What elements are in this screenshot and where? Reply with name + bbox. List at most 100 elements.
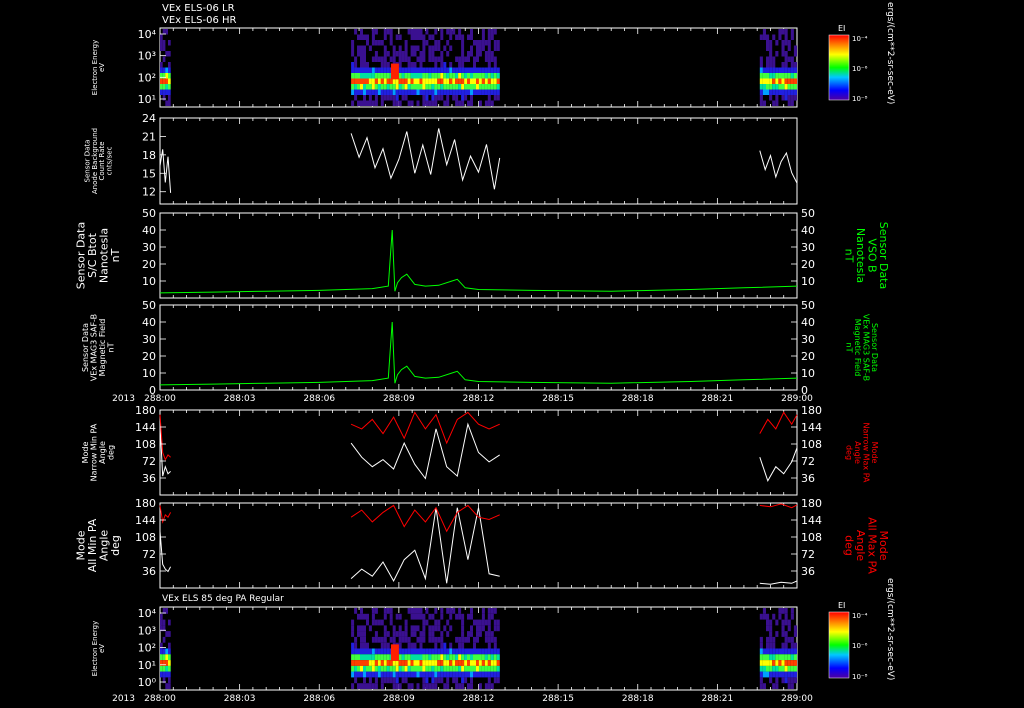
spectrogram-cell [380,665,384,672]
spectrogram-burst [390,63,399,80]
spectrogram-cell [478,660,482,666]
spectrogram-cell [778,78,782,84]
spectrogram-cell [787,654,791,661]
spectrogram-cell [496,84,500,90]
spectrogram-cell [431,78,435,84]
spectrogram-cell [413,671,417,678]
spectrogram-cell [443,660,447,666]
y-tick-label: 108 [135,438,156,451]
spectrogram-cell [374,654,378,661]
spectrogram-cell [470,100,473,106]
spectrogram-cell [368,89,372,95]
spectrogram-cell [428,648,432,655]
spectrogram-cell [431,67,435,73]
spectrogram-cell [419,631,423,637]
spectrogram-cell [395,677,399,684]
spectrogram-cell [766,625,770,632]
spectrogram-cell [404,78,408,84]
spectrogram-cell [493,636,497,643]
spectrogram-cell [487,73,491,79]
spectrogram-cell [162,665,166,672]
spectrogram-cell [386,677,390,684]
spectrogram-cell [790,73,794,79]
spectrogram-cell [366,100,369,106]
spectrogram-cell [410,100,414,106]
spectrogram-cell [398,625,402,632]
spectrogram-cell [410,613,414,620]
spectrogram-cell [407,671,411,678]
spectrogram-cell [490,100,494,106]
spectrogram-cell [368,73,372,79]
spectrogram-cell [354,608,358,614]
y-tick-label: 40 [142,224,156,237]
spectrogram-cell [467,73,470,79]
spectrogram-cell [374,67,378,73]
spectrogram-cell [422,34,426,40]
spectrogram-cell [404,660,408,666]
spectrogram-cell [464,89,468,95]
spectrogram-cell [401,665,405,672]
spectrogram-cell [440,67,444,73]
spectrogram-cell [360,636,363,643]
spectrogram-cell [440,34,444,40]
spectrogram-cell [781,84,785,90]
spectrogram-cell [467,660,470,666]
spectrogram-cell [487,29,491,35]
spectrogram-cell [437,660,441,666]
spectrogram-cell [425,73,429,79]
spectrogram-cell [374,677,378,684]
spectrogram-cell [368,665,372,672]
spectrogram-cell [416,625,420,632]
spectrogram-cell [357,73,360,79]
spectrogram-cell [160,84,163,90]
spectrogram-cell [422,625,426,632]
spectrogram-cell [410,45,414,51]
spectrogram-cell [425,654,429,661]
spectrogram-cell [368,45,372,51]
y-tick-label-right: 180 [801,404,822,417]
spectrogram-cell [487,683,491,689]
panel-frames [159,27,798,691]
spectrogram-cell [458,67,462,73]
spectrogram-cell [772,636,776,643]
spectrogram-cell [162,45,166,51]
spectrogram-cell [168,648,171,655]
spectrogram-cell [476,56,479,62]
spectrogram-cell [478,671,482,678]
spectrogram-cell [759,671,763,678]
spectrogram-cell [428,613,432,620]
spectrogram-cell [428,636,432,643]
spectrogram-cell [775,100,779,106]
spectrogram-cell [357,660,360,666]
spectrogram-cell [160,45,163,51]
spectrogram-cell [793,671,797,678]
spectrogram-cell [431,34,435,40]
y-tick-label-right: 144 [801,514,822,527]
spectrogram-cell [413,78,417,84]
spectrogram-cell [368,660,372,666]
y-tick-label-right: 0 [801,384,808,397]
spectrogram-cell [458,34,462,40]
spectrogram-cell [775,665,779,672]
spectrogram-cell [446,29,450,35]
spectrogram-cell [470,67,473,73]
spectrogram-cell [787,84,791,90]
spectrogram-cell [401,631,405,637]
spectrogram-cell [775,654,779,661]
spectrogram-cell [410,631,414,637]
spectrogram-cell [478,100,482,106]
spectrogram-cell [781,51,785,57]
y-tick-label-right: 36 [801,565,815,578]
spectrogram-cell [487,665,491,672]
spectrogram-cell [452,67,456,73]
spectrogram-cell [401,660,405,666]
spectrogram-cell [793,625,797,632]
spectrogram-cell [461,619,465,626]
spectrogram-cell [470,625,473,632]
spectrogram-cell [470,660,473,666]
spectrogram-cell [478,683,482,689]
spectrogram-cell [493,84,497,90]
spectrogram-cell [440,29,444,35]
spectrogram-cell [455,89,459,95]
spectrogram-cell [476,631,479,637]
